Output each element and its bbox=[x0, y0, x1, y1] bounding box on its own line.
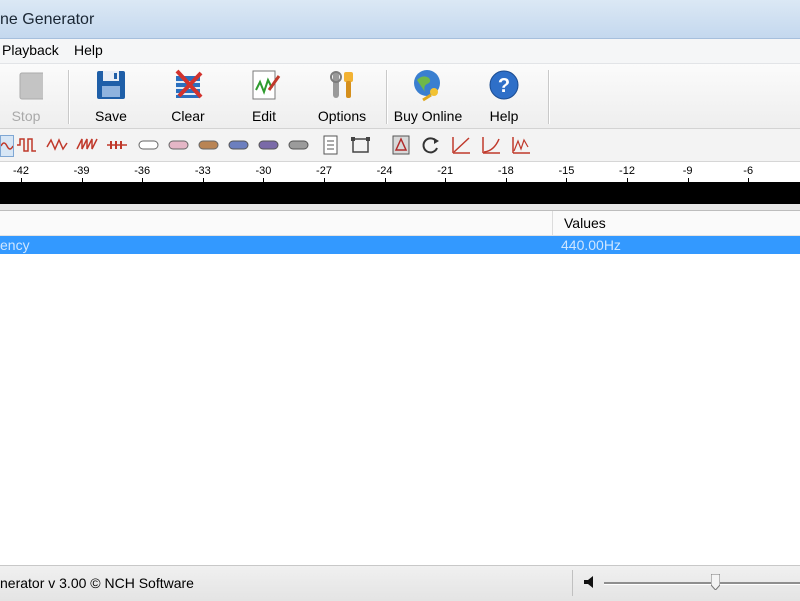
column-separator[interactable] bbox=[552, 211, 553, 235]
row-name: ency bbox=[0, 237, 30, 253]
ruler-tick-label: -6 bbox=[743, 165, 754, 177]
square-wave-icon[interactable] bbox=[16, 135, 38, 155]
ruler-tick-label: -12 bbox=[619, 165, 635, 177]
clear-label: Clear bbox=[171, 108, 205, 124]
ruler-tick-label: -24 bbox=[376, 165, 393, 177]
ruler-tick-label: -42 bbox=[13, 165, 29, 177]
ruler-tick-label: -9 bbox=[682, 165, 693, 177]
document-icon[interactable] bbox=[320, 135, 342, 155]
help-button[interactable]: ? Help bbox=[484, 68, 524, 126]
toolbar-separator bbox=[68, 70, 70, 124]
table-row[interactable]: ency 440.00Hz bbox=[0, 236, 800, 254]
brown-noise-icon[interactable] bbox=[198, 135, 220, 155]
menu-bar: Playback Help bbox=[0, 39, 800, 64]
edit-button[interactable]: Edit bbox=[244, 68, 284, 126]
violet-noise-icon[interactable] bbox=[258, 135, 280, 155]
triangle-wave-icon[interactable] bbox=[46, 135, 68, 155]
ramp-up-icon[interactable] bbox=[450, 135, 472, 155]
sine-wave-icon[interactable] bbox=[0, 135, 14, 157]
ruler-tick-label: -39 bbox=[73, 165, 90, 177]
waveform-divider bbox=[0, 204, 800, 211]
sawtooth-wave-icon[interactable] bbox=[76, 135, 98, 155]
blue-noise-icon[interactable] bbox=[228, 135, 250, 155]
status-text: nerator v 3.00 © NCH Software bbox=[0, 575, 194, 591]
main-toolbar: Stop Save Clear Edit Options Buy Online … bbox=[0, 64, 800, 129]
svg-text:?: ? bbox=[498, 75, 510, 97]
ramp-down-icon[interactable] bbox=[480, 135, 502, 155]
waveform-display[interactable] bbox=[0, 182, 800, 204]
status-bar: nerator v 3.00 © NCH Software bbox=[0, 565, 800, 601]
sweep-icon[interactable] bbox=[510, 135, 532, 155]
toolbar-separator bbox=[548, 70, 550, 124]
globe-key-icon bbox=[411, 68, 445, 102]
window-title: ne Generator bbox=[0, 11, 95, 28]
save-label: Save bbox=[95, 108, 127, 124]
stop-button[interactable]: Stop bbox=[0, 68, 52, 126]
ruler-tick-label: -21 bbox=[437, 165, 454, 177]
ruler-tick-label: -30 bbox=[255, 165, 272, 177]
ruler-tick-label: -18 bbox=[497, 165, 514, 177]
list-header: Values bbox=[0, 211, 800, 236]
volume-slider-thumb[interactable] bbox=[710, 573, 721, 591]
time-ruler: -42 -39 -36 -33 -30 -27 -24 -21 -18 -15 -12 -9 -6 bbox=[0, 162, 800, 183]
ruler-tick-label: -36 bbox=[134, 165, 151, 177]
floppy-disk-icon bbox=[94, 68, 128, 102]
pulse-wave-icon[interactable] bbox=[106, 135, 128, 155]
help-icon: ? bbox=[487, 68, 521, 102]
status-divider bbox=[572, 570, 573, 596]
row-value: 440.00Hz bbox=[561, 237, 621, 253]
waveform-toolbar bbox=[0, 129, 800, 162]
save-button[interactable]: Save bbox=[88, 68, 134, 126]
clear-icon bbox=[171, 68, 205, 102]
buy-online-button[interactable]: Buy Online bbox=[392, 68, 464, 126]
edit-icon bbox=[247, 68, 281, 102]
stop-label: Stop bbox=[11, 108, 41, 124]
white-noise-icon[interactable] bbox=[138, 135, 160, 155]
pink-noise-icon[interactable] bbox=[168, 135, 190, 155]
ruler-tick-label: -27 bbox=[316, 165, 332, 177]
menu-playback[interactable]: Playback bbox=[2, 42, 59, 58]
pdf-icon[interactable] bbox=[390, 135, 412, 155]
ruler-tick-label: -33 bbox=[194, 165, 211, 177]
sweep-frame-icon[interactable] bbox=[350, 135, 372, 155]
edit-label: Edit bbox=[251, 108, 277, 124]
options-label: Options bbox=[317, 108, 367, 124]
volume-slider-track[interactable] bbox=[604, 582, 800, 585]
column-header-values[interactable]: Values bbox=[564, 215, 606, 231]
buy-online-label: Buy Online bbox=[393, 108, 463, 124]
grey-noise-icon[interactable] bbox=[288, 135, 310, 155]
loop-icon[interactable] bbox=[420, 135, 442, 155]
clear-button[interactable]: Clear bbox=[166, 68, 210, 126]
stop-icon bbox=[9, 68, 47, 102]
menu-help[interactable]: Help bbox=[74, 42, 103, 58]
title-bar: ne Generator bbox=[0, 0, 800, 39]
options-icon bbox=[325, 68, 359, 102]
help-label: Help bbox=[489, 108, 519, 124]
speaker-icon[interactable] bbox=[582, 575, 598, 589]
options-button[interactable]: Options bbox=[314, 68, 370, 126]
ruler-tick-label: -15 bbox=[558, 165, 575, 177]
toolbar-separator bbox=[386, 70, 388, 124]
list-body bbox=[0, 254, 800, 564]
